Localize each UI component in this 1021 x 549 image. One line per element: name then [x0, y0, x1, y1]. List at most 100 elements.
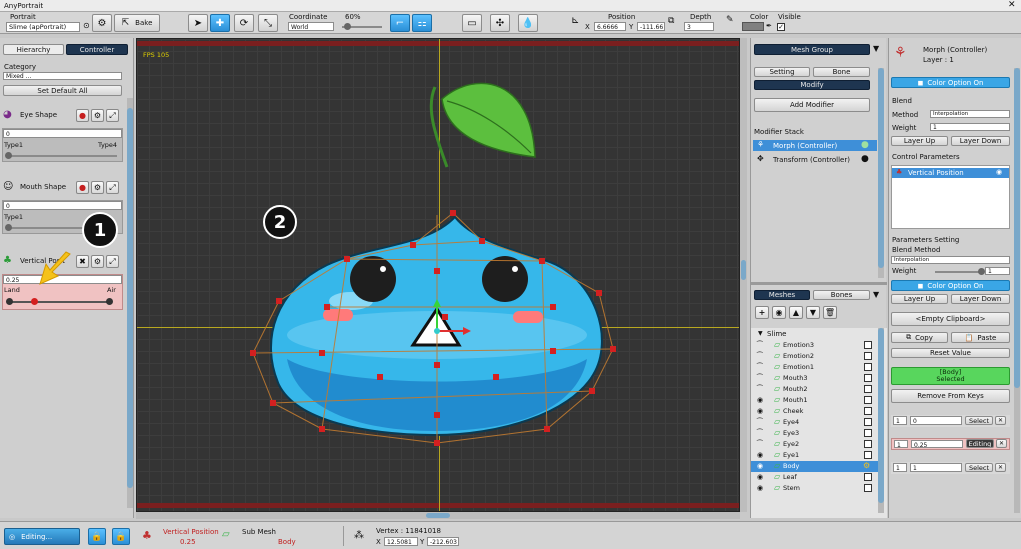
layer-down2-button[interactable]: Layer Down	[951, 294, 1010, 304]
lightbulb-icon[interactable]: ●	[861, 154, 869, 164]
right-scroll-thumb[interactable]	[1014, 68, 1020, 388]
reset-value-button[interactable]: Reset Value	[891, 348, 1010, 358]
drop-toggle[interactable]: 💧	[518, 14, 538, 32]
mesh-checkbox[interactable]	[864, 451, 872, 459]
key-value[interactable]: 0	[910, 416, 962, 425]
eye-icon[interactable]: ◉	[996, 168, 1002, 176]
eye-shape-value[interactable]: 0	[3, 129, 122, 138]
hidden-eye-icon[interactable]: ⁀	[757, 363, 767, 371]
vertical-position-unlink-button[interactable]: ✖	[76, 255, 89, 268]
eye-icon[interactable]: ◉	[757, 462, 767, 470]
move-up-button[interactable]: ▲	[789, 306, 803, 319]
portrait-options-icon[interactable]: ⊙	[83, 21, 90, 30]
hidden-eye-icon[interactable]: ⁀	[757, 341, 767, 349]
control-param-item[interactable]: ♣ Vertical Position ◉	[892, 168, 1009, 178]
list-item-selected[interactable]: ◉ ▱ Body ⚙	[751, 461, 883, 472]
mesh-checkbox[interactable]	[864, 374, 872, 382]
zoom-slider[interactable]	[342, 23, 382, 30]
list-item[interactable]: ◉ ▱ Stem	[751, 483, 883, 494]
layer-down-button[interactable]: Layer Down	[951, 136, 1010, 146]
eye-shape-slider[interactable]	[5, 152, 117, 159]
mid-top-thumb[interactable]	[878, 68, 884, 268]
list-item[interactable]: ⁀ ▱ Emotion1	[751, 362, 883, 373]
key-value[interactable]: 0.25	[911, 440, 963, 448]
left-scroll-thumb[interactable]	[127, 108, 133, 488]
eye-shape-settings-button[interactable]: ⚙	[91, 109, 104, 122]
rotate-tool-button[interactable]: ⟳	[234, 14, 254, 32]
color-option2-button[interactable]: ◼ Color Option On	[891, 280, 1010, 291]
set-default-all-button[interactable]: Set Default All	[3, 85, 122, 96]
eye-icon[interactable]: ◉	[757, 484, 767, 492]
layer-up-button[interactable]: Layer Up	[891, 136, 948, 146]
setting-tab[interactable]: Setting	[754, 67, 810, 77]
onion-toggle[interactable]: ▭	[462, 14, 482, 32]
list-item[interactable]: ◉ ▱ Mouth1	[751, 395, 883, 406]
mesh-checkbox[interactable]	[864, 418, 872, 426]
paste-button[interactable]: 📋 Paste	[951, 332, 1010, 343]
mesh-checkbox[interactable]	[864, 407, 872, 415]
window-close-icon[interactable]: ✕	[1008, 0, 1016, 10]
mouth-shape-record-button[interactable]: ●	[76, 181, 89, 194]
key-row[interactable]: 1 0 Select ✕	[891, 415, 1010, 427]
add-mesh-button[interactable]: +	[755, 306, 769, 319]
key-num[interactable]: 1	[894, 440, 908, 448]
eye-shape-knob[interactable]	[5, 152, 12, 159]
eye-icon[interactable]: ◉	[757, 407, 767, 415]
select-tool-button[interactable]: ➤	[188, 14, 208, 32]
list-item[interactable]: ⁀ ▱ Eye3	[751, 428, 883, 439]
viewport-v-thumb[interactable]	[741, 260, 746, 280]
right-scrollbar[interactable]	[1014, 68, 1020, 513]
lock-button-2[interactable]: 🔒	[112, 528, 130, 545]
modifier-item-transform[interactable]: ✥ Transform (Controller) ●	[753, 154, 877, 165]
bone-view-toggle[interactable]: ⌐	[390, 14, 410, 32]
mesh-checkbox[interactable]	[864, 484, 872, 492]
tab-controller[interactable]: Controller	[66, 44, 128, 55]
mesh-checkbox[interactable]	[864, 429, 872, 437]
mesh-checkbox[interactable]	[864, 385, 872, 393]
list-item[interactable]: ⁀ ▱ Mouth2	[751, 384, 883, 395]
tab-bones[interactable]: Bones	[813, 290, 870, 300]
viewport-h-scrollbar[interactable]	[136, 512, 740, 519]
vertical-position-link-button[interactable]: ⤢	[106, 255, 119, 268]
hidden-eye-icon[interactable]: ⁀	[757, 418, 767, 426]
editing-mode-button[interactable]: ◎ Editing...	[4, 528, 80, 545]
delete-mesh-button[interactable]: 🗑	[823, 306, 837, 319]
mouth-shape-settings-button[interactable]: ⚙	[91, 181, 104, 194]
eye-shape-record-button[interactable]: ●	[76, 109, 89, 122]
hidden-eye-icon[interactable]: ⁀	[757, 429, 767, 437]
slime-character[interactable]	[137, 39, 740, 512]
key-num[interactable]: 1	[893, 416, 907, 425]
eye-icon[interactable]: ◉	[757, 451, 767, 459]
category-select[interactable]: Mixed ...	[3, 72, 122, 80]
color-option-button[interactable]: ◼ Color Option On	[891, 77, 1010, 88]
depth-input[interactable]: 3	[684, 22, 714, 31]
viewport-h-thumb[interactable]	[426, 513, 450, 518]
key-row[interactable]: 1 1 Select ✕	[891, 462, 1010, 474]
blend-method-select[interactable]: Interpolation	[891, 256, 1010, 264]
hidden-eye-icon[interactable]: ⁀	[757, 352, 767, 360]
key-editing-button[interactable]: Editing	[966, 439, 994, 448]
viewport[interactable]: FPS 105 2	[136, 38, 740, 512]
key-select-button[interactable]: Select	[965, 463, 993, 472]
vertex-x-input[interactable]: 12.5081	[384, 537, 418, 546]
vertical-position-current-knob[interactable]	[31, 298, 38, 305]
remove-from-keys-button[interactable]: Remove From Keys	[891, 389, 1010, 403]
mid-bottom-scrollbar[interactable]	[878, 328, 884, 513]
hidden-eye-icon[interactable]: ⁀	[757, 385, 767, 393]
hidden-eye-icon[interactable]: ⁀	[757, 374, 767, 382]
key-delete-button[interactable]: ✕	[996, 439, 1007, 448]
list-item[interactable]: ⁀ ▱ Eye2	[751, 439, 883, 450]
coordinate-select[interactable]: World	[288, 22, 334, 31]
mesh-checkbox[interactable]	[864, 363, 872, 371]
move-tool-button[interactable]: ✚	[210, 14, 230, 32]
list-item[interactable]: ◉ ▱ Eye1	[751, 450, 883, 461]
weight-input[interactable]: 1	[930, 123, 1010, 131]
key-delete-button[interactable]: ✕	[995, 416, 1006, 425]
list-item[interactable]: ⁀ ▱ Emotion3	[751, 340, 883, 351]
left-scrollbar[interactable]	[127, 98, 133, 508]
add-modifier-button[interactable]: Add Modifier	[754, 98, 870, 112]
lightbulb-icon[interactable]: ●	[861, 140, 869, 150]
bone-tab[interactable]: Bone	[813, 67, 870, 77]
mouth-shape-link-button[interactable]: ⤢	[106, 181, 119, 194]
settings-gear-button[interactable]: ⚙	[92, 14, 112, 32]
